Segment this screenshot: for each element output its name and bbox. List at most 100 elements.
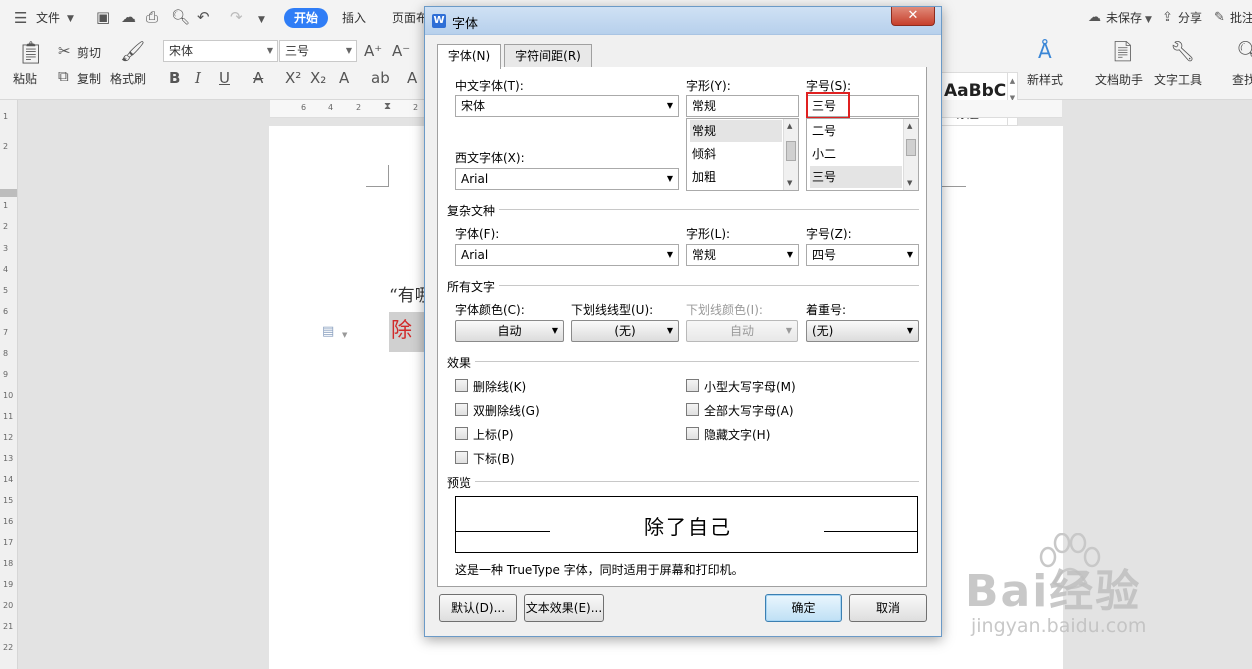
ok-button[interactable]: 确定 [765, 594, 842, 622]
chevron-down-icon[interactable]: ▼ [342, 327, 347, 343]
vertical-ruler[interactable]: 1 2 1 2 3 4 5 6 7 8 9 10 11 12 13 14 15 … [0, 100, 18, 669]
italic-icon[interactable]: I [195, 70, 201, 86]
superscript-label[interactable]: 上标(P) [473, 426, 514, 443]
scroll-down-icon[interactable]: ▼ [787, 179, 792, 187]
cut-button[interactable]: 剪切 [77, 44, 101, 61]
superscript-icon[interactable]: X² [285, 70, 301, 86]
close-button[interactable]: ✕ [891, 7, 935, 26]
underline-icon[interactable]: U [219, 70, 230, 86]
scroll-thumb[interactable] [786, 141, 796, 161]
format-painter-icon[interactable]: 🖌︎ [120, 40, 145, 62]
undo-icon[interactable]: ↶ [197, 9, 210, 25]
tab-insert[interactable]: 插入 [342, 9, 366, 26]
unsaved-status[interactable]: 未保存 [1106, 9, 1142, 26]
strikethrough-checkbox[interactable] [455, 379, 468, 392]
share-button[interactable]: 分享 [1178, 9, 1202, 26]
print-icon[interactable]: ⎙ [146, 9, 158, 25]
font-color-icon[interactable]: A [407, 70, 417, 86]
list-item[interactable]: 倾斜 [690, 143, 782, 165]
paste-button-label[interactable]: 粘贴 [13, 70, 37, 87]
subscript-checkbox[interactable] [455, 451, 468, 464]
list-item[interactable]: 常规 [690, 120, 782, 142]
copy-icon[interactable]: ⧉ [58, 68, 69, 84]
doc-helper-icon[interactable]: 📄︎ [1110, 40, 1135, 62]
list-item[interactable]: 二号 [810, 120, 902, 142]
font-size-combo[interactable]: 三号 ▼ [279, 40, 357, 62]
shrink-font-icon[interactable]: A⁻ [392, 43, 410, 59]
cancel-button[interactable]: 取消 [849, 594, 927, 622]
complex-size-select[interactable]: 四号 ▼ [806, 244, 919, 266]
list-item[interactable]: 小二 [810, 143, 902, 165]
bold-icon[interactable]: B [169, 70, 180, 86]
double-strikethrough-label[interactable]: 双删除线(G) [473, 402, 540, 419]
complex-font-select[interactable]: Arial ▼ [455, 244, 679, 266]
scroll-down-icon[interactable]: ▼ [907, 179, 912, 187]
indent-marker-icon[interactable]: ⧗ [384, 101, 391, 112]
complex-style-select[interactable]: 常规 ▼ [686, 244, 799, 266]
all-caps-label[interactable]: 全部大写字母(A) [704, 402, 794, 419]
dialog-title-bar[interactable]: W 字体 ✕ [425, 7, 941, 35]
scroll-up-icon[interactable]: ▲ [787, 122, 792, 130]
subscript-label[interactable]: 下标(B) [473, 450, 515, 467]
comment-button[interactable]: 批注 [1230, 9, 1252, 26]
scroll-thumb[interactable] [906, 139, 916, 156]
doc-helper-button[interactable]: 文档助手 [1095, 71, 1143, 88]
comment-icon[interactable]: ✎ [1214, 10, 1225, 26]
new-style-button[interactable]: 新样式 [1027, 71, 1063, 88]
western-font-select[interactable]: Arial ▼ [455, 168, 679, 190]
find-icon[interactable]: 🔍︎ [1236, 40, 1252, 62]
list-item[interactable]: 三号 [810, 166, 902, 188]
strikethrough-label[interactable]: 删除线(K) [473, 378, 526, 395]
format-painter-button[interactable]: 格式刷 [110, 70, 146, 87]
font-style-list[interactable]: 常规 倾斜 加粗 ▲ ▼ [686, 118, 799, 191]
tab-character-spacing[interactable]: 字符间距(R) [504, 44, 592, 68]
find-button[interactable]: 查找 [1232, 71, 1252, 88]
selected-document-text[interactable]: 除了 [389, 312, 425, 352]
double-strikethrough-checkbox[interactable] [455, 403, 468, 416]
grow-font-icon[interactable]: A⁺ [364, 43, 382, 59]
copy-button[interactable]: 复制 [77, 70, 101, 87]
new-style-icon[interactable]: Å [1038, 40, 1052, 62]
quick-access-more-icon[interactable]: ▼ [258, 12, 265, 28]
paste-icon[interactable]: 📋︎ [17, 42, 45, 66]
hidden-text-checkbox[interactable] [686, 427, 699, 440]
print-preview-icon[interactable]: 🔍︎ [171, 9, 190, 25]
font-color-dropdown[interactable]: 自动 ▼ [455, 320, 564, 342]
scissors-icon[interactable]: ✂ [58, 43, 71, 59]
paragraph-icon[interactable]: ▤ [322, 324, 334, 340]
cloud-icon[interactable]: ☁ [121, 9, 136, 25]
emphasis-mark-dropdown[interactable]: (无) ▼ [806, 320, 919, 342]
save-icon[interactable]: ▣ [96, 9, 110, 25]
share-icon[interactable]: ⇪ [1162, 10, 1173, 26]
small-caps-label[interactable]: 小型大写字母(M) [704, 378, 796, 395]
wrench-icon[interactable]: 🔧︎ [1170, 40, 1195, 62]
chevron-down-icon[interactable]: ▼ [67, 11, 74, 27]
text-effect-icon[interactable]: A [339, 70, 349, 86]
font-style-input[interactable]: 常规 [686, 95, 799, 117]
strikethrough-icon[interactable]: A [253, 70, 263, 86]
redo-icon[interactable]: ↷ [230, 9, 243, 25]
tab-page-layout[interactable]: 页面布 [392, 9, 428, 26]
underline-color-dropdown[interactable]: 自动 ▼ [686, 320, 798, 342]
list-item[interactable]: 加粗 [690, 166, 782, 188]
tab-home[interactable]: 开始 [284, 8, 328, 28]
underline-style-dropdown[interactable]: (无) ▼ [571, 320, 679, 342]
chevron-down-icon[interactable]: ▼ [1145, 12, 1152, 28]
small-caps-checkbox[interactable] [686, 379, 699, 392]
font-name-combo[interactable]: 宋体 ▼ [163, 40, 278, 62]
scrollbar[interactable]: ▲ ▼ [783, 119, 798, 190]
font-size-list[interactable]: 二号 小二 三号 ▲ ▼ [806, 118, 919, 191]
hidden-text-label[interactable]: 隐藏文字(H) [704, 426, 770, 443]
scroll-up-icon[interactable]: ▲ [907, 122, 912, 130]
superscript-checkbox[interactable] [455, 427, 468, 440]
text-tools-button[interactable]: 文字工具 [1154, 71, 1202, 88]
chinese-font-select[interactable]: 宋体 ▼ [455, 95, 679, 117]
default-button[interactable]: 默认(D)... [439, 594, 517, 622]
file-menu[interactable]: 文件 [36, 9, 60, 26]
subscript-icon[interactable]: X₂ [310, 70, 326, 86]
hamburger-menu-icon[interactable]: ☰ [14, 10, 27, 26]
text-effect-button[interactable]: 文本效果(E)... [524, 594, 604, 622]
tab-font[interactable]: 字体(N) [437, 44, 501, 69]
scrollbar[interactable]: ▲ ▼ [903, 119, 918, 190]
all-caps-checkbox[interactable] [686, 403, 699, 416]
